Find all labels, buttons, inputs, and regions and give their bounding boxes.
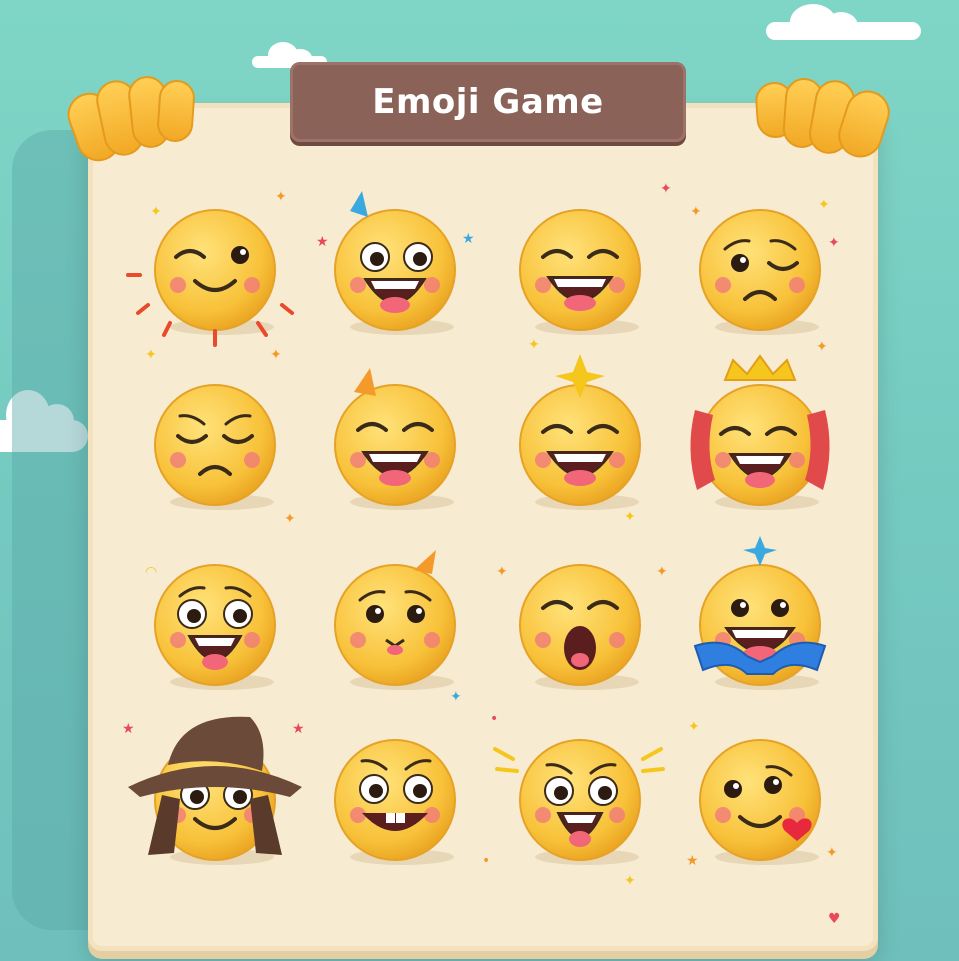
sparkle-icon: • xyxy=(490,711,499,727)
emoji-tile[interactable] xyxy=(685,354,835,520)
sparkle-icon: ✦ xyxy=(688,719,700,735)
sparkle-icon: ✦ xyxy=(270,347,282,363)
emoji-tile[interactable] xyxy=(505,354,655,520)
emoji-tile[interactable] xyxy=(505,550,655,700)
cowboy-hat-face-icon xyxy=(128,716,302,865)
bowtie-grin-face-icon xyxy=(693,536,827,690)
emoji-tile[interactable] xyxy=(320,550,470,700)
sparkle-icon: ✦ xyxy=(826,845,838,861)
sparkle-icon: ✦ xyxy=(816,339,828,355)
emoji-tile[interactable] xyxy=(320,725,470,875)
emoji-grid xyxy=(0,0,959,961)
sparkle-icon: ✦ xyxy=(818,197,830,213)
sparkle-icon: ★ xyxy=(462,231,475,247)
sparkle-icon: ✦ xyxy=(624,509,636,525)
sparkle-icon: ★ xyxy=(122,721,135,737)
surprised-smile-face-icon xyxy=(154,564,276,690)
emoji-tile[interactable] xyxy=(126,195,294,347)
crowned-laughing-face-icon xyxy=(690,354,830,510)
sparkle-icon: ✦ xyxy=(496,564,508,580)
sparkle-icon: ★ xyxy=(292,721,305,737)
emoji-tile[interactable] xyxy=(140,550,290,700)
emoji-tile[interactable] xyxy=(505,195,655,345)
goofy-face-icon xyxy=(334,739,456,865)
sad-closed-eyes-face-icon xyxy=(154,384,276,510)
kissing-heart-face-icon xyxy=(699,739,821,865)
emoji-tile[interactable] xyxy=(685,536,835,700)
emoji-tile[interactable] xyxy=(140,370,290,520)
party-face-icon xyxy=(334,191,456,335)
laughing-party-face-icon xyxy=(334,368,456,510)
sparkle-icon: ✦ xyxy=(150,204,162,220)
worried-wink-face-icon xyxy=(699,209,821,335)
winking-face-icon xyxy=(126,209,294,347)
sparkle-icon: ◠ xyxy=(145,564,158,580)
emoji-tile[interactable] xyxy=(685,725,835,875)
sparkle-icon: ♥ xyxy=(828,911,841,927)
sparkle-icon: ✦ xyxy=(624,873,636,889)
sparkle-icon: ✦ xyxy=(660,181,672,197)
sparkle-icon: ✦ xyxy=(690,204,702,220)
sparkle-icon: ✦ xyxy=(528,337,540,353)
emoji-tile[interactable] xyxy=(685,195,835,345)
sparkle-icon: ★ xyxy=(686,853,699,869)
cat-face-icon xyxy=(334,550,456,690)
sparkle-icon: ✦ xyxy=(828,235,840,251)
emoji-tile[interactable] xyxy=(320,368,470,520)
excited-face-icon xyxy=(493,739,665,865)
emoji-tile[interactable] xyxy=(128,716,302,875)
sparkle-icon: ✦ xyxy=(275,189,287,205)
laughing-star-face-icon xyxy=(519,354,641,510)
sparkle-icon: ✦ xyxy=(145,347,157,363)
grinning-squint-face-icon xyxy=(519,209,641,335)
sparkle-icon: ✦ xyxy=(450,689,462,705)
emoji-tile[interactable] xyxy=(320,191,470,345)
emoji-tile[interactable] xyxy=(493,725,665,875)
sparkle-icon: ✦ xyxy=(656,564,668,580)
sparkle-icon: ★ xyxy=(316,234,329,250)
yawning-face-icon xyxy=(519,564,641,690)
sparkle-icon: ✦ xyxy=(284,511,296,527)
sparkle-icon: • xyxy=(482,853,491,869)
